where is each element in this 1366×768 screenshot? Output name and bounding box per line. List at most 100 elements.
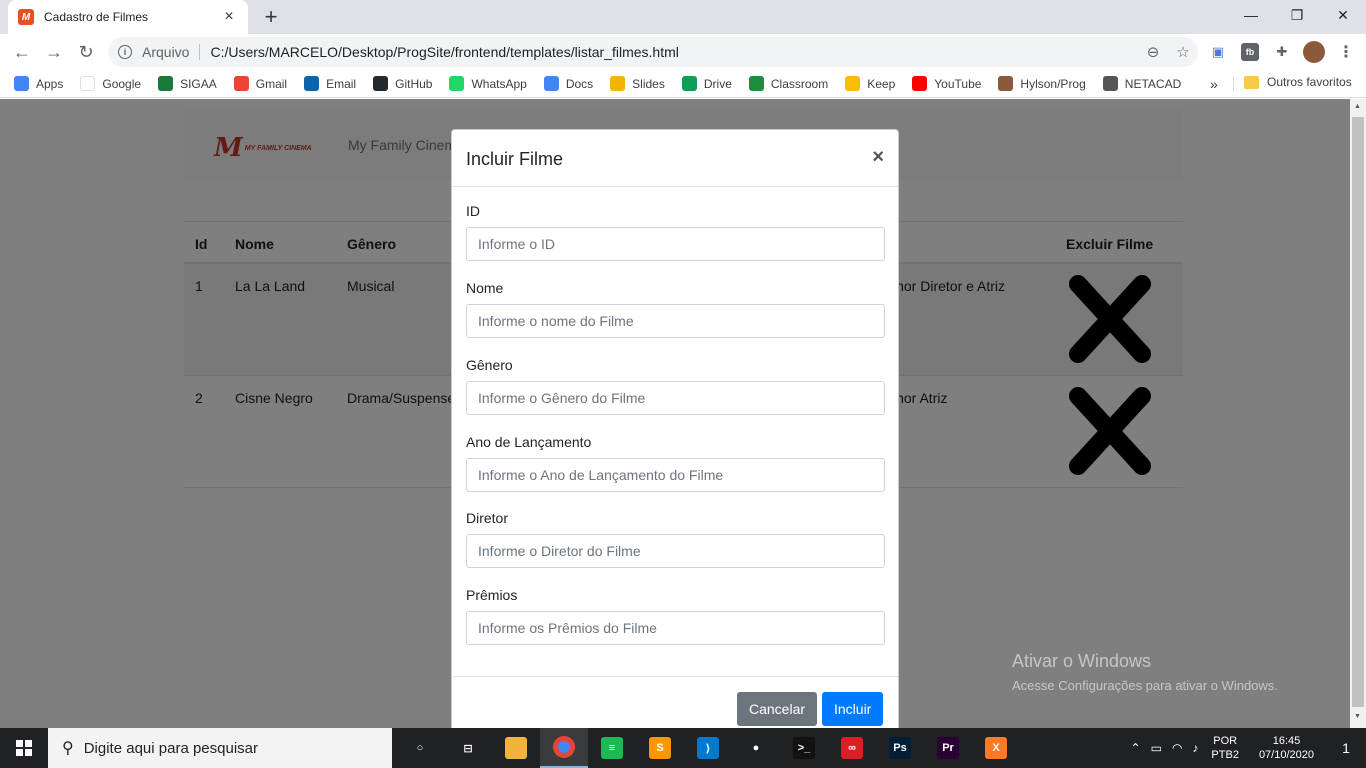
bookmark-whatsapp[interactable]: WhatsApp xyxy=(449,76,527,91)
include-movie-modal: Incluir Filme × ID Nome Gênero Ano de La… xyxy=(451,129,899,728)
address-bar[interactable]: i Arquivo C:/Users/MARCELO/Desktop/ProgS… xyxy=(108,37,1198,67)
xampp-icon: X xyxy=(985,737,1007,759)
bookmark-label: Docs xyxy=(565,76,594,91)
taskbar-task-view[interactable]: ○ xyxy=(396,728,444,768)
bookmark-sigaa[interactable]: SIGAA xyxy=(158,76,217,91)
windows-taskbar: ⚲ Digite aqui para pesquisar ○ ⊟ ≡ S ⟩ ● >_ ∞ Ps… xyxy=(0,728,1366,768)
bookmark-favicon-icon xyxy=(912,76,928,91)
scrollbar-thumb[interactable] xyxy=(1352,117,1364,707)
bookmark-youtube[interactable]: YouTube xyxy=(912,76,981,91)
bookmark-label: Google xyxy=(102,76,142,91)
puzzle-icon[interactable]: ✚ xyxy=(1266,40,1298,64)
bookmark-netacad[interactable]: NETACAD xyxy=(1102,76,1181,91)
bookmark-star-icon[interactable]: ☆ xyxy=(1168,43,1198,61)
clock-date: 07/10/2020 xyxy=(1258,749,1314,761)
taskbar-terminal[interactable]: >_ xyxy=(780,728,828,768)
bookmark-docs[interactable]: Docs xyxy=(543,76,594,91)
extension-icon[interactable]: ▣ xyxy=(1202,40,1234,64)
windows-logo-icon xyxy=(16,740,32,756)
close-window-button[interactable]: ✕ xyxy=(1320,0,1366,30)
new-tab-button[interactable]: + xyxy=(258,4,284,30)
taskbar-cortana[interactable]: ⊟ xyxy=(444,728,492,768)
taskbar-xampp[interactable]: X xyxy=(972,728,1020,768)
id-input[interactable] xyxy=(466,227,885,261)
label-genero: Gênero xyxy=(466,357,513,373)
bookmark-favicon-icon xyxy=(845,76,861,91)
menu-kebab-icon[interactable]: ⋮ xyxy=(1330,40,1362,64)
ano-input[interactable] xyxy=(466,458,885,492)
terminal-icon: >_ xyxy=(793,737,815,759)
taskbar-chrome[interactable] xyxy=(540,728,588,768)
bookmark-github[interactable]: GitHub xyxy=(373,76,432,91)
taskbar-search[interactable]: ⚲ Digite aqui para pesquisar xyxy=(48,728,392,768)
reload-icon[interactable]: ↻ xyxy=(72,38,100,66)
chevron-up-icon[interactable]: ⌃ xyxy=(1131,741,1141,755)
bookmark-google[interactable]: Google xyxy=(80,76,141,91)
scroll-up-icon[interactable]: ▲ xyxy=(1354,103,1361,110)
bookmarks-more-icon[interactable]: » xyxy=(1210,76,1218,92)
taskbar-vscode[interactable]: ⟩ xyxy=(684,728,732,768)
include-button[interactable]: Incluir xyxy=(822,692,884,726)
taskbar-file-explorer[interactable] xyxy=(492,728,540,768)
modal-footer: Cancelar Incluir xyxy=(452,676,898,728)
bookmark-favicon-icon xyxy=(610,76,626,91)
battery-icon[interactable]: ▭ xyxy=(1151,741,1162,755)
scroll-down-icon[interactable]: ▼ xyxy=(1354,713,1361,720)
form-group-premios: Prêmios xyxy=(466,587,885,645)
taskbar-spotify[interactable]: ≡ xyxy=(588,728,636,768)
bookmark-favicon-icon xyxy=(543,76,559,91)
back-icon[interactable]: ← xyxy=(8,38,36,66)
taskbar-sublime-text[interactable]: S xyxy=(636,728,684,768)
label-nome: Nome xyxy=(466,280,504,296)
language-indicator[interactable]: POR PTB2 xyxy=(1211,734,1239,762)
clock[interactable]: 16:45 07/10/2020 xyxy=(1259,734,1314,762)
volume-icon[interactable]: ♪ xyxy=(1192,741,1198,755)
genero-input[interactable] xyxy=(466,381,885,415)
bookmark-keep[interactable]: Keep xyxy=(845,76,895,91)
folder-icon xyxy=(1244,75,1259,89)
bookmark-favicon-icon xyxy=(681,76,697,91)
modal-header: Incluir Filme × xyxy=(452,130,898,187)
url-text[interactable]: C:/Users/MARCELO/Desktop/ProgSite/fronte… xyxy=(210,44,1138,60)
vscode-icon: ⟩ xyxy=(697,737,719,759)
close-icon[interactable]: × xyxy=(872,146,884,169)
bookmark-label: Keep xyxy=(867,76,896,91)
bookmark-slides[interactable]: Slides xyxy=(610,76,665,91)
zoom-icon[interactable]: ⊖ xyxy=(1138,43,1168,61)
browser-tab[interactable]: M Cadastro de Filmes × xyxy=(8,0,248,34)
bookmark-email[interactable]: Email xyxy=(304,76,356,91)
page-scrollbar[interactable]: ▲ ▼ xyxy=(1350,99,1366,728)
bookmark-apps[interactable]: Apps xyxy=(14,76,63,91)
taskbar-creative-cloud[interactable]: ∞ xyxy=(828,728,876,768)
cancel-button[interactable]: Cancelar xyxy=(737,692,818,726)
omnibox-divider xyxy=(199,44,201,60)
diretor-input[interactable] xyxy=(466,534,885,568)
start-button[interactable] xyxy=(0,728,48,768)
bookmark-gmail[interactable]: Gmail xyxy=(233,76,287,91)
nome-input[interactable] xyxy=(466,304,885,338)
bookmark-classroom[interactable]: Classroom xyxy=(748,76,828,91)
wifi-icon[interactable]: ◠ xyxy=(1172,741,1182,755)
forward-icon[interactable]: → xyxy=(40,38,68,66)
taskbar-premiere[interactable]: Pr xyxy=(924,728,972,768)
tab-close-icon[interactable]: × xyxy=(220,8,238,26)
form-group-diretor: Diretor xyxy=(466,510,885,568)
lang-code: POR xyxy=(1213,735,1238,747)
premios-input[interactable] xyxy=(466,611,885,645)
other-favorites[interactable]: Outros favoritos xyxy=(1244,75,1352,89)
taskbar-github-desktop[interactable]: ● xyxy=(732,728,780,768)
label-premios: Prêmios xyxy=(466,587,518,603)
info-icon[interactable]: i xyxy=(118,45,132,59)
bookmark-favicon-icon xyxy=(998,76,1014,91)
search-icon: ⚲ xyxy=(62,740,74,757)
profile-avatar[interactable] xyxy=(1303,41,1325,63)
bookmark-drive[interactable]: Drive xyxy=(681,76,732,91)
bookmark-hylson-prog[interactable]: Hylson/Prog xyxy=(998,76,1086,91)
browser-toolbar: ← → ↻ i Arquivo C:/Users/MARCELO/Desktop… xyxy=(0,34,1366,70)
bookmark-label: Apps xyxy=(36,76,64,91)
extension-fb-icon[interactable]: fb xyxy=(1241,43,1259,61)
minimize-button[interactable]: — xyxy=(1228,0,1274,30)
maximize-button[interactable]: ❐ xyxy=(1274,0,1320,30)
notifications-icon[interactable]: 1 xyxy=(1326,740,1366,756)
taskbar-photoshop[interactable]: Ps xyxy=(876,728,924,768)
